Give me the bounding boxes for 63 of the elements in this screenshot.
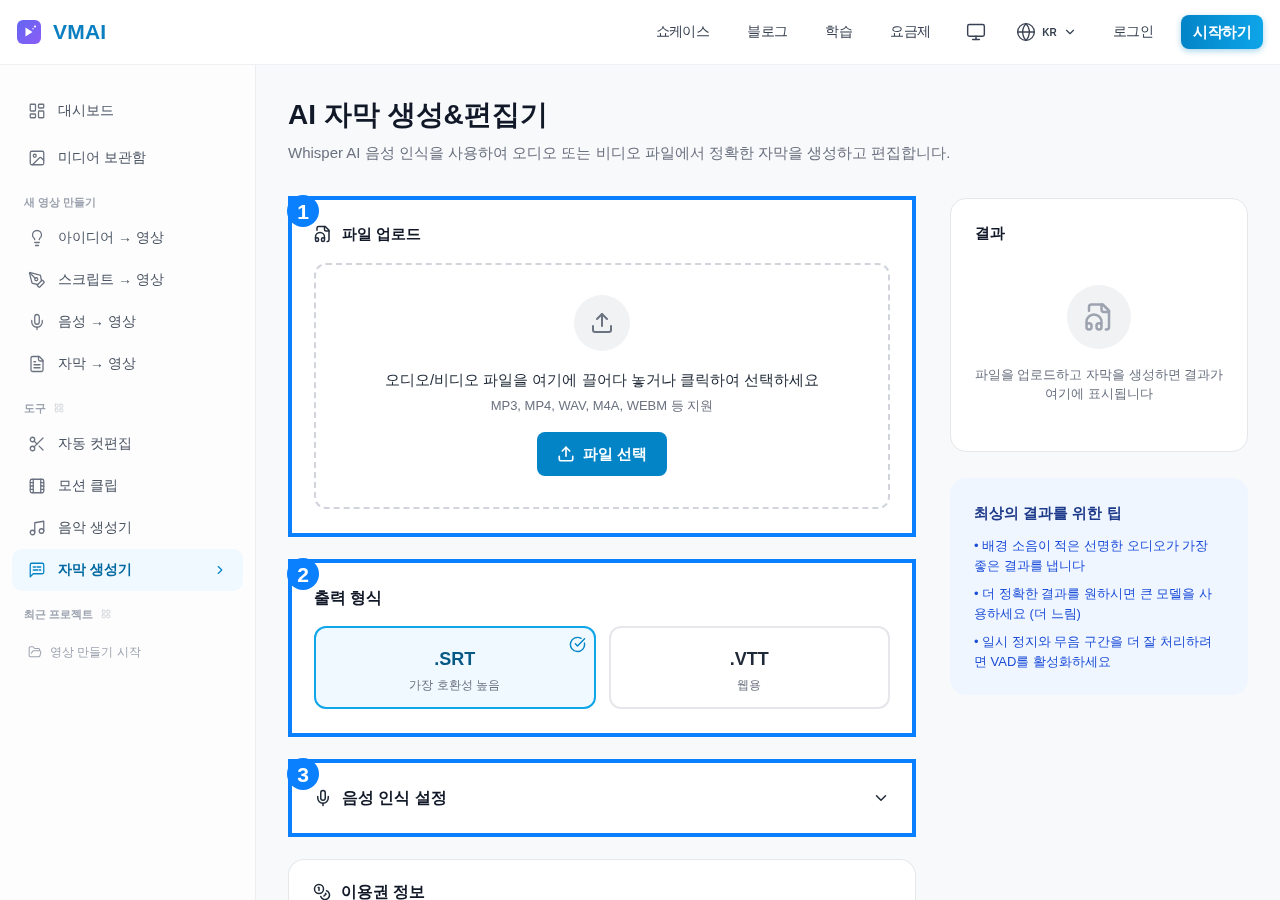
microphone-icon	[314, 789, 332, 807]
music-note-icon	[28, 519, 46, 537]
scissors-icon	[28, 435, 46, 453]
nav-link[interactable]: 블로그	[747, 23, 788, 41]
tip-item: • 배경 소음이 적은 선명한 오디오가 가장 좋은 결과를 냅니다	[974, 537, 1210, 575]
tip-item: • 더 정확한 결과를 원하시면 큰 모델을 사용하세요 (더 느림)	[974, 585, 1213, 623]
format-option[interactable]: .VTT 웹용	[608, 626, 890, 709]
login-link[interactable]: 로그인	[1112, 23, 1153, 41]
sidebar-item[interactable]: 아이디어 → 영상	[12, 217, 243, 259]
empty-state-text: 파일을 업로드하고 자막을 생성하면 결과가 여기에 표시됩니다	[973, 366, 1225, 403]
sidebar-item[interactable]: 미디어 보관함	[12, 137, 243, 179]
film-icon	[28, 477, 46, 495]
nav-link[interactable]: 학습	[825, 23, 853, 41]
dashboard-icon	[28, 102, 46, 120]
chat-bubble-icon	[28, 561, 46, 579]
section-label: 도구	[24, 401, 46, 416]
sidebar-item[interactable]: 대시보드	[12, 90, 243, 132]
step-number-badge: 3	[287, 758, 319, 790]
grid-icon	[54, 403, 64, 413]
panel-title: 결과	[975, 223, 1006, 243]
card-title: 음성 인식 설정	[342, 788, 447, 808]
sidebar-item[interactable]: 자막 → 영상	[12, 343, 243, 385]
nav-link[interactable]: 쇼케이스	[655, 23, 710, 41]
check-circle-icon	[568, 636, 586, 653]
upload-icon	[556, 445, 575, 463]
file-headphones-icon	[1067, 285, 1131, 349]
section-label: 최근 프로젝트	[24, 607, 94, 622]
sidebar-item[interactable]: 음성 → 영상	[12, 301, 243, 343]
coins-icon	[313, 883, 331, 900]
step-number-badge: 2	[287, 558, 319, 590]
brand-name[interactable]: VMAI	[53, 20, 107, 44]
monitor-icon[interactable]	[966, 22, 987, 42]
nav-link[interactable]: 요금제	[890, 23, 931, 41]
microphone-icon	[28, 313, 46, 331]
card-title: 이용권 정보	[341, 883, 426, 900]
globe-icon	[1016, 22, 1037, 42]
choose-file-button[interactable]: 파일 선택	[536, 432, 668, 476]
language-selector[interactable]: KR	[1016, 22, 1077, 42]
folder-icon	[28, 645, 42, 659]
step-number-badge: 1	[287, 195, 319, 227]
page-title: AI 자막 생성&편집기	[288, 98, 549, 132]
tip-item: • 일시 정지와 무음 구간을 더 잘 처리하려면 VAD를 활성화하세요	[974, 633, 1213, 671]
section-label: 새 영상 만들기	[24, 195, 97, 210]
file-drop-zone[interactable]: 오디오/비디오 파일을 여기에 끌어다 놓거나 클릭하여 선택하세요 MP3, MP4, WAV, M4A, WEBM 등 지원 파일 선택	[314, 263, 890, 509]
document-icon	[28, 355, 46, 373]
upload-icon	[574, 295, 630, 351]
file-headphones-icon	[314, 225, 332, 243]
page-subtitle: Whisper AI 음성 인식을 사용하여 오디오 또는 비디오 파일에서 정확한 자막을 생성하고 편집합니다.	[288, 143, 952, 163]
supported-formats: MP3, MP4, WAV, M4A, WEBM 등 지원	[490, 397, 714, 415]
sidebar-item[interactable]: 모션 클립	[12, 465, 243, 507]
sidebar-item[interactable]: 스크립트 → 영상	[12, 259, 243, 301]
panel-title: 최상의 결과를 위한 팁	[974, 503, 1123, 523]
format-option[interactable]: .SRT 가장 호환성 높음	[314, 626, 596, 709]
image-icon	[28, 149, 46, 167]
pen-tool-icon	[28, 271, 46, 289]
sidebar-item[interactable]: 자동 컷편집	[12, 423, 243, 465]
sidebar-item[interactable]: 자막 생성기	[12, 549, 243, 591]
card-title: 파일 업로드	[342, 224, 422, 244]
card-title: 출력 형식	[314, 588, 384, 608]
grid-icon	[101, 609, 112, 619]
drop-instructions: 오디오/비디오 파일을 여기에 끌어다 놓거나 클릭하여 선택하세요	[384, 370, 820, 390]
sidebar-item[interactable]: 음악 생성기	[12, 507, 243, 549]
logo-icon[interactable]	[17, 20, 41, 44]
